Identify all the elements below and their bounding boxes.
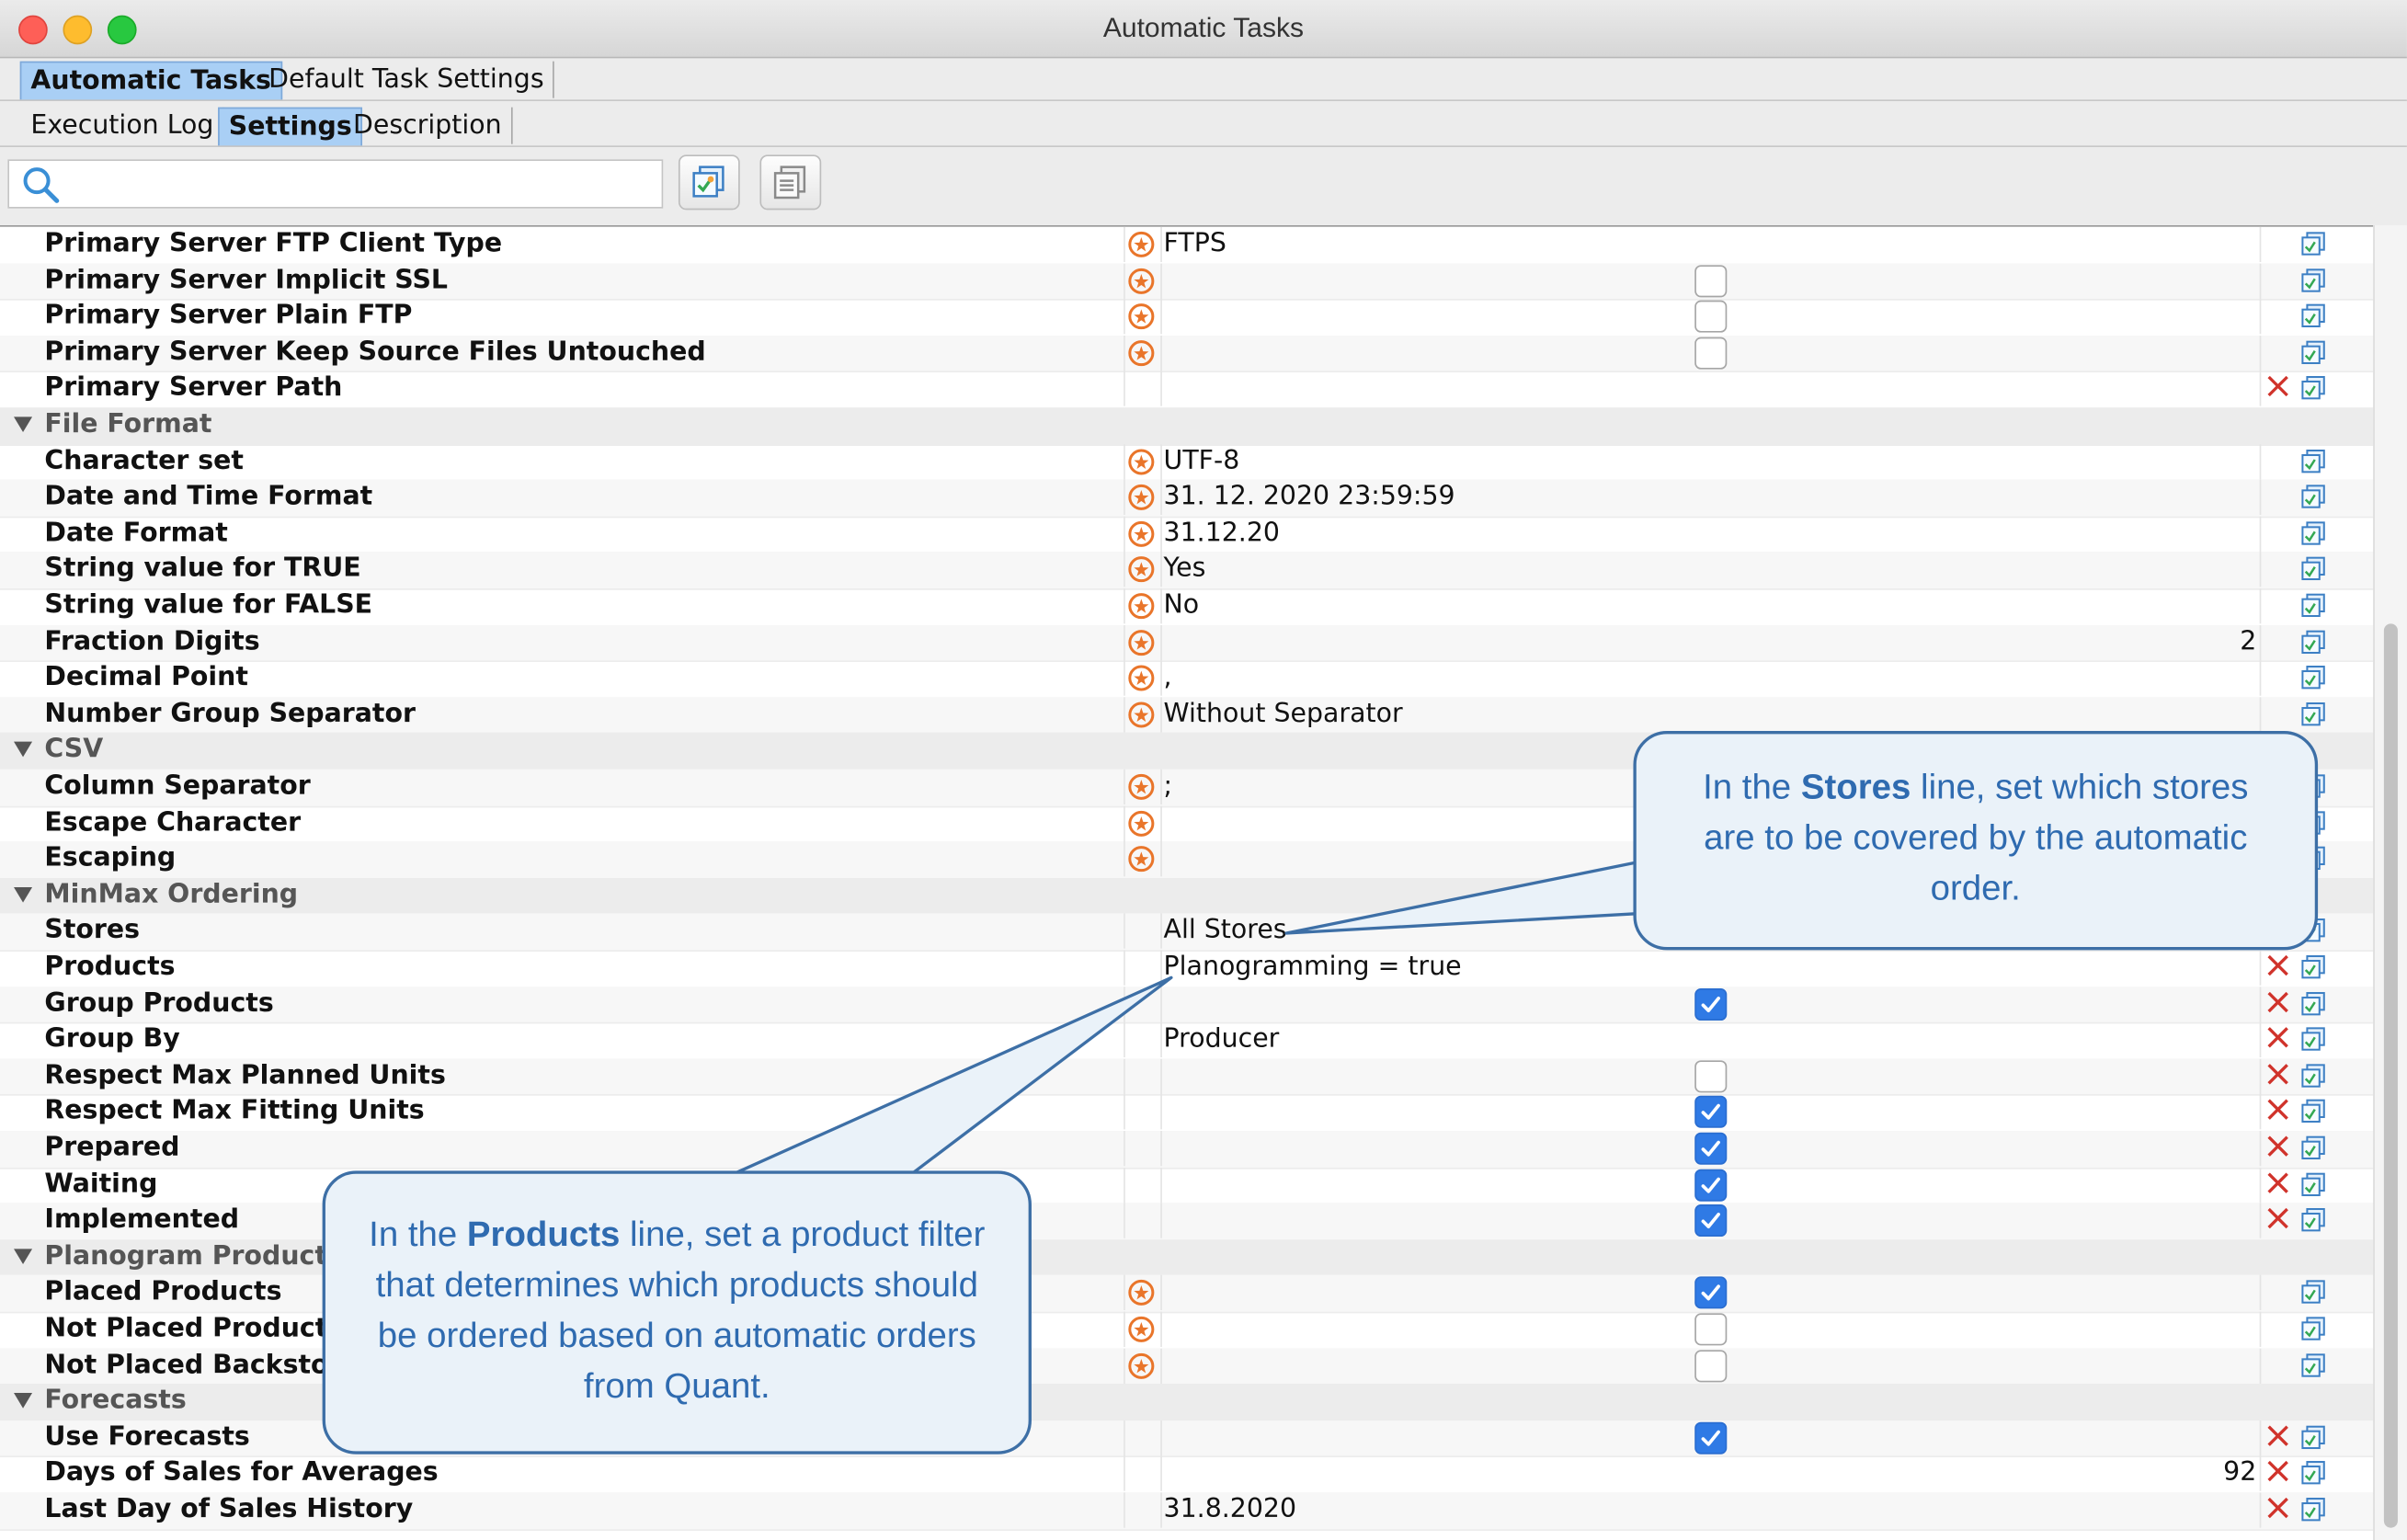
stores-callout-text: In the xyxy=(1703,766,1801,806)
stores-callout: In the Stores line, set which stores are… xyxy=(1633,731,2319,951)
stores-callout-pointer xyxy=(1284,860,1645,935)
products-callout-pointer xyxy=(732,975,1173,1176)
products-callout: In the Products line, set a product filt… xyxy=(322,1170,1032,1454)
products-callout-keyword: Products xyxy=(466,1214,621,1254)
products-callout-text: In the xyxy=(369,1214,467,1254)
stores-callout-keyword: Stores xyxy=(1800,766,1911,806)
window: Automatic Tasks Automatic Tasks Default … xyxy=(0,0,2407,1540)
